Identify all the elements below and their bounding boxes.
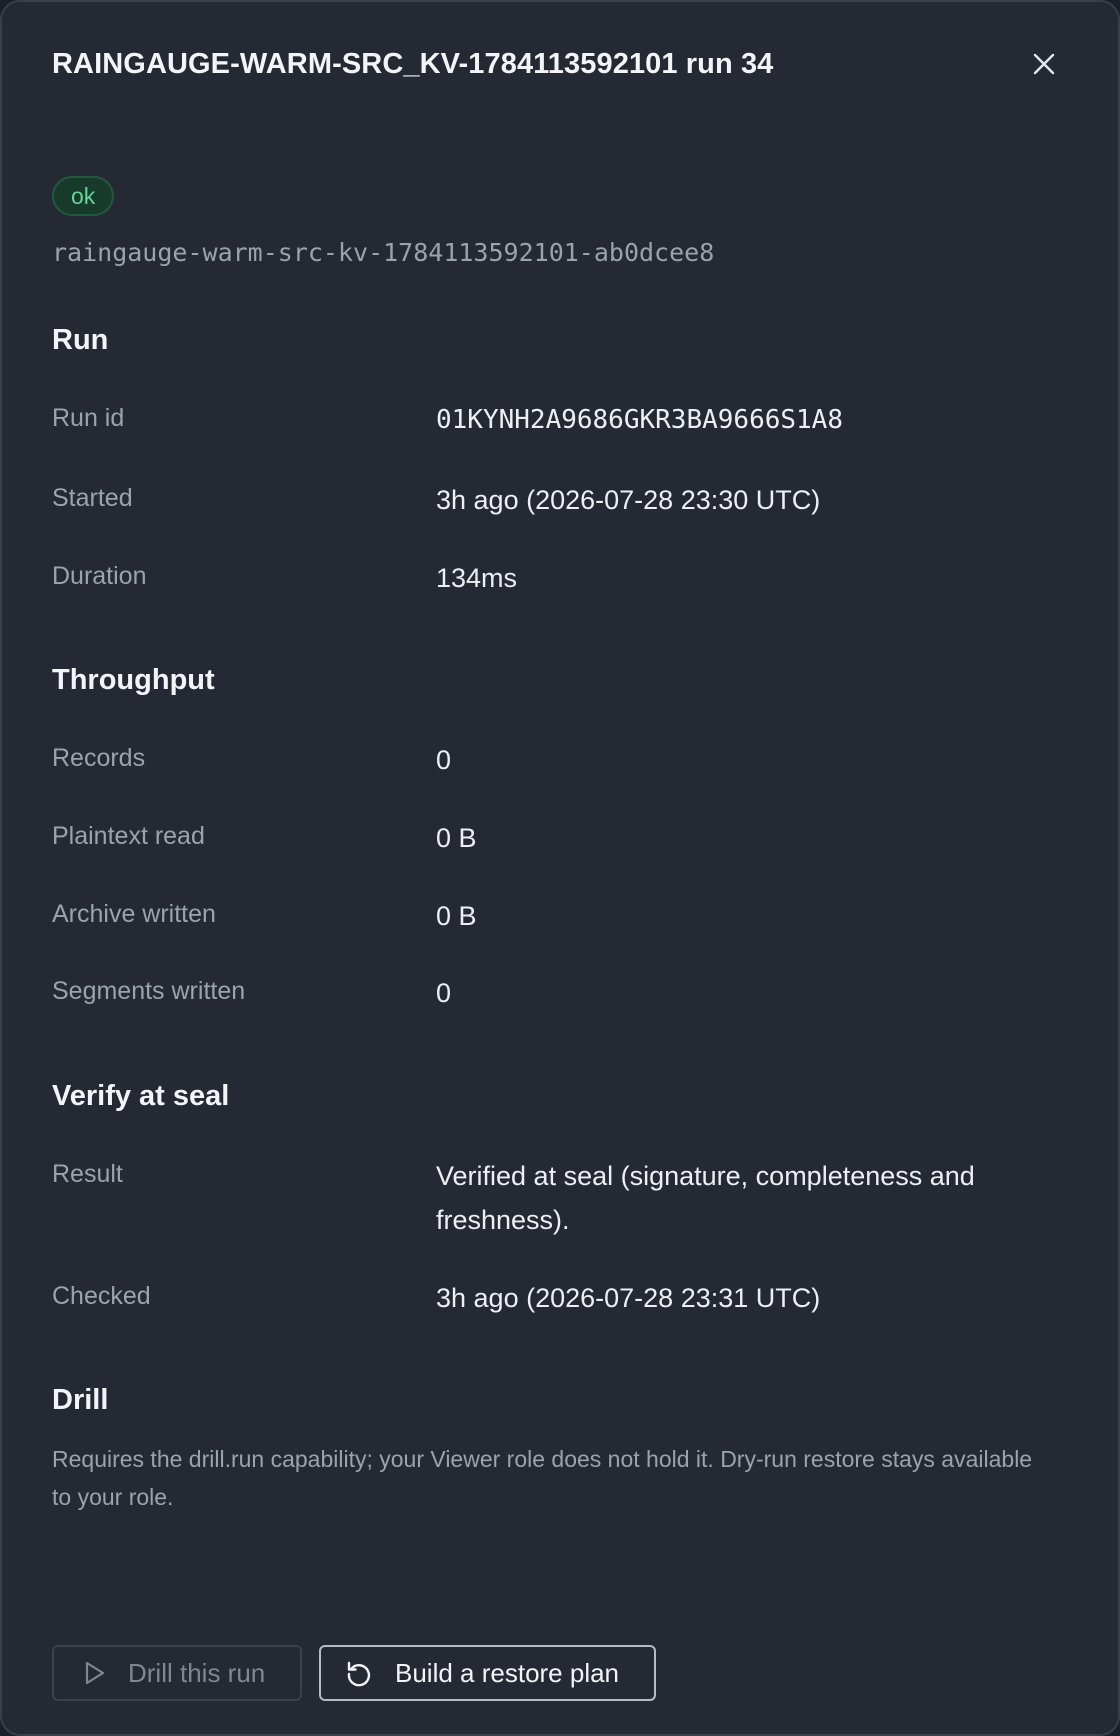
records-value: 0 (436, 745, 452, 775)
started-label: Started (52, 484, 133, 512)
run-id-label: Run id (52, 404, 125, 432)
result-label: Result (52, 1160, 123, 1188)
records-label: Records (52, 744, 146, 772)
status-badge: ok (52, 176, 115, 216)
section-title-verify: Verify at seal (52, 1080, 230, 1112)
segments-written-value: 0 (436, 978, 452, 1008)
duration-value: 134ms (436, 563, 518, 593)
archive-written-label: Archive written (52, 900, 216, 928)
section-title-throughput: Throughput (52, 664, 215, 696)
run-id-value: 01KYNH2A9686GKR3BA9666S1A8 (436, 405, 843, 435)
close-button[interactable] (1026, 48, 1062, 84)
build-restore-plan-button[interactable]: Build a restore plan (319, 1645, 656, 1701)
panel-title: RAINGAUGE-WARM-SRC_KV-1784113592101 run … (52, 48, 774, 80)
restore-icon (345, 1659, 373, 1687)
drill-this-run-button[interactable]: Drill this run (52, 1645, 302, 1701)
checked-value: 3h ago (2026-07-28 23:31 UTC) (436, 1283, 821, 1313)
result-value: Verified at seal (signature, completenes… (436, 1161, 975, 1235)
drill-this-run-label: Drill this run (128, 1657, 266, 1688)
started-value: 3h ago (2026-07-28 23:30 UTC) (436, 485, 821, 515)
run-slug: raingauge-warm-src-kv-1784113592101-ab0d… (52, 238, 715, 267)
archive-written-value: 0 B (436, 901, 477, 931)
segments-written-label: Segments written (52, 977, 246, 1005)
checked-label: Checked (52, 1282, 151, 1310)
run-detail-panel: RAINGAUGE-WARM-SRC_KV-1784113592101 run … (0, 0, 1120, 1736)
plaintext-read-value: 0 B (436, 823, 477, 853)
drill-permission-note: Requires the drill.run capability; your … (52, 1446, 1033, 1510)
plaintext-read-label: Plaintext read (52, 822, 205, 850)
section-title-run: Run (52, 324, 109, 356)
duration-label: Duration (52, 562, 147, 590)
section-title-drill: Drill (52, 1384, 109, 1416)
play-icon (84, 1661, 106, 1685)
close-icon (1033, 53, 1055, 80)
build-restore-plan-label: Build a restore plan (395, 1657, 620, 1688)
